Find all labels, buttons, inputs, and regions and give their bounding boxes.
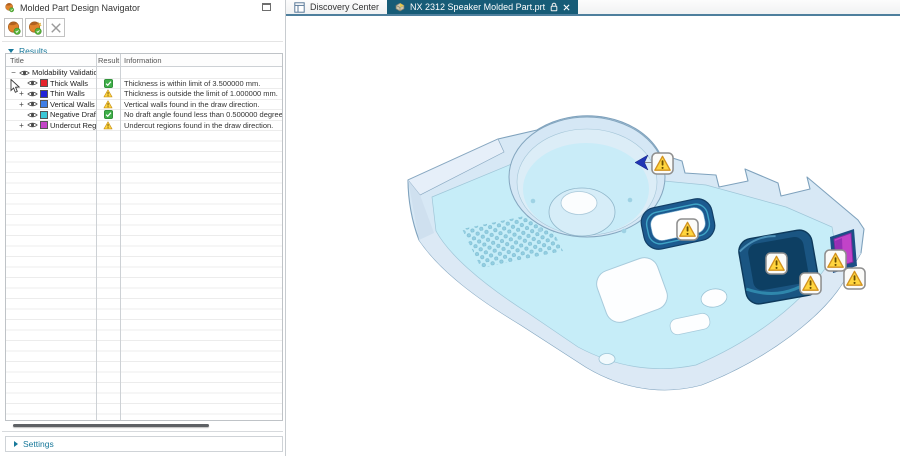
column-divider	[96, 54, 97, 420]
color-swatch	[40, 121, 48, 129]
horizontal-scrollbar-thumb[interactable]	[13, 424, 209, 427]
color-swatch	[40, 90, 48, 98]
table-row-negative-draft[interactable]: Negative Draft No draft angle found less…	[6, 110, 282, 121]
table-body: − Moldability Validation Thick Walls Thi…	[6, 68, 282, 420]
warning-icon	[103, 89, 113, 98]
pass-icon	[104, 79, 113, 88]
validate-icon	[6, 20, 22, 36]
validate-moldability-button[interactable]	[4, 18, 23, 37]
update-validation-button[interactable]	[25, 18, 44, 37]
table-header-row: Title Result Information	[6, 54, 282, 67]
table-row-thin-walls[interactable]: + Thin Walls Thickness is outside the li…	[6, 89, 282, 100]
table-row-undercut-regions[interactable]: + Undercut Regi... Undercut regions foun…	[6, 121, 282, 132]
color-swatch	[40, 100, 48, 108]
results-table: Title Result Information − Moldability V…	[5, 53, 283, 421]
molded-part-design-navigator-panel: Molded Part Design Navigator Results Tit…	[0, 0, 286, 456]
expand-arrow-icon	[14, 441, 18, 447]
warning-badge[interactable]	[766, 253, 787, 274]
mouse-cursor	[10, 79, 21, 94]
visibility-eye-icon[interactable]	[27, 90, 38, 98]
visibility-eye-icon[interactable]	[27, 111, 38, 119]
row-title: Thick Walls	[50, 79, 88, 88]
column-header-title[interactable]: Title	[6, 56, 96, 65]
row-title: Thin Walls	[50, 89, 85, 98]
row-title: Undercut Regi...	[50, 121, 96, 130]
panel-title-bar: Molded Part Design Navigator	[0, 0, 285, 15]
color-swatch	[40, 79, 48, 87]
graphics-viewport[interactable]	[286, 16, 900, 456]
warning-badge[interactable]	[652, 153, 673, 174]
color-swatch	[40, 111, 48, 119]
column-header-result[interactable]: Result	[96, 56, 120, 65]
lock-icon	[550, 2, 558, 12]
discovery-center-icon	[294, 2, 305, 13]
table-row-moldability-validation[interactable]: − Moldability Validation	[6, 68, 282, 79]
column-divider	[120, 54, 121, 420]
visibility-eye-icon[interactable]	[27, 100, 38, 108]
collapse-toggle[interactable]: −	[10, 68, 17, 77]
row-title: Vertical Walls	[50, 100, 95, 109]
horizontal-scrollbar-track[interactable]	[6, 424, 282, 428]
speaker-molded-part-model[interactable]	[286, 16, 900, 456]
navigator-icon	[4, 2, 15, 13]
tab-discovery-center[interactable]: Discovery Center	[286, 0, 387, 14]
visibility-eye-icon[interactable]	[27, 121, 38, 129]
warning-badge[interactable]	[677, 219, 698, 240]
row-info: Undercut regions found in the draw direc…	[120, 121, 282, 130]
row-title: Moldability Validation	[32, 68, 96, 77]
warning-badge[interactable]	[844, 268, 865, 289]
visibility-eye-icon[interactable]	[19, 69, 30, 77]
warning-badge[interactable]	[825, 250, 846, 271]
row-info: Vertical walls found in the draw directi…	[120, 100, 282, 109]
pass-icon	[104, 110, 113, 119]
column-header-information[interactable]: Information	[120, 56, 282, 65]
expand-toggle[interactable]: +	[18, 121, 25, 130]
undock-panel-button[interactable]	[262, 3, 271, 11]
warning-icon	[103, 121, 113, 130]
delete-x-icon	[48, 20, 64, 36]
settings-section-header[interactable]: Settings	[5, 436, 283, 452]
part-tab-bar: Discovery Center NX 2312 Speaker Molded …	[286, 0, 900, 16]
warning-badge[interactable]	[800, 273, 821, 294]
tab-label: Discovery Center	[310, 2, 379, 12]
row-info: Thickness is outside the limit of 1.0000…	[120, 89, 282, 98]
row-info: Thickness is within limit of 3.500000 mm…	[120, 79, 282, 88]
navigator-toolbar	[0, 15, 285, 40]
tab-label: NX 2312 Speaker Molded Part.prt	[410, 2, 545, 12]
close-icon	[563, 4, 570, 11]
delete-results-button[interactable]	[46, 18, 65, 37]
tab-active-part[interactable]: NX 2312 Speaker Molded Part.prt	[387, 0, 578, 14]
visibility-eye-icon[interactable]	[27, 79, 38, 87]
row-title: Negative Draft	[50, 110, 96, 119]
close-tab-button[interactable]	[563, 4, 570, 11]
panel-title: Molded Part Design Navigator	[20, 3, 140, 13]
part-file-icon	[395, 2, 405, 12]
table-row-thick-walls[interactable]: Thick Walls Thickness is within limit of…	[6, 79, 282, 90]
row-info: No draft angle found less than 0.500000 …	[120, 110, 282, 119]
expand-toggle[interactable]: +	[18, 100, 25, 109]
update-validation-icon	[27, 20, 43, 36]
results-bottom-border	[2, 431, 283, 432]
table-row-vertical-walls[interactable]: + Vertical Walls Vertical walls found in…	[6, 100, 282, 111]
warning-icon	[103, 100, 113, 109]
settings-label: Settings	[23, 439, 54, 449]
